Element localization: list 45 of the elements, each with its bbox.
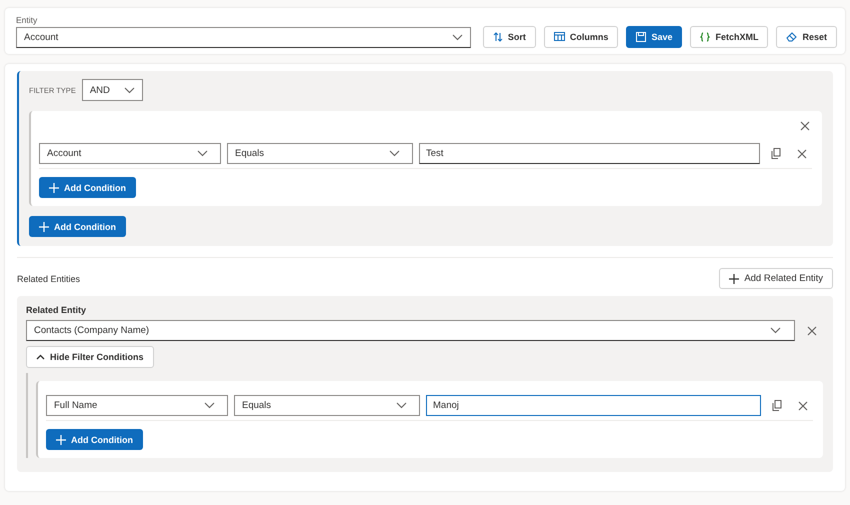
add-condition-button[interactable]: Add Condition [46,429,143,450]
braces-icon [700,32,710,42]
table-icon [554,32,565,42]
close-icon[interactable] [797,148,807,158]
chevron-down-icon [396,402,407,409]
chevron-down-icon [197,150,208,157]
add-condition-button[interactable]: Add Condition [39,177,136,198]
reset-button[interactable]: Reset [776,26,837,48]
chevron-down-icon [124,86,135,94]
field-dropdown[interactable]: Account [39,143,221,164]
filter-type-dropdown[interactable]: AND [82,79,143,101]
save-button[interactable]: Save [626,26,682,48]
chevron-down-icon [204,402,215,409]
save-icon [636,32,646,42]
plus-icon [729,274,740,284]
operator-dropdown[interactable]: Equals [234,395,420,416]
plus-icon [56,434,66,444]
sort-button[interactable]: Sort [482,26,536,48]
add-related-entity-button[interactable]: Add Related Entity [719,268,833,289]
chevron-down-icon [452,34,463,41]
eraser-icon [786,32,798,42]
operator-dropdown[interactable]: Equals [227,143,413,164]
remove-icon[interactable] [807,326,817,336]
columns-button[interactable]: Columns [544,26,618,48]
chevron-up-icon [36,354,45,360]
related-entity-dropdown[interactable]: Contacts (Company Name) [26,320,795,341]
plus-icon [49,182,59,192]
hide-filter-conditions-button[interactable]: Hide Filter Conditions [26,346,154,368]
plus-icon [39,222,49,232]
chevron-down-icon [770,327,781,334]
close-group-icon[interactable] [800,121,810,131]
sort-icon [492,32,503,42]
section-title: Related Entities [17,274,80,284]
field-dropdown[interactable]: Full Name [46,395,228,416]
related-entity-label: Related Entity [26,305,86,315]
chevron-down-icon [389,150,400,157]
fetchxml-button[interactable]: FetchXML [690,26,768,48]
copy-icon[interactable] [771,148,781,159]
copy-icon[interactable] [772,400,782,411]
entity-label: Entity [16,15,38,25]
close-icon[interactable] [798,400,808,410]
entity-dropdown[interactable]: Account [16,27,471,48]
value-field[interactable]: Test [419,143,760,164]
value-field[interactable]: Manoj [426,395,761,416]
add-condition-button[interactable]: Add Condition [29,216,126,237]
